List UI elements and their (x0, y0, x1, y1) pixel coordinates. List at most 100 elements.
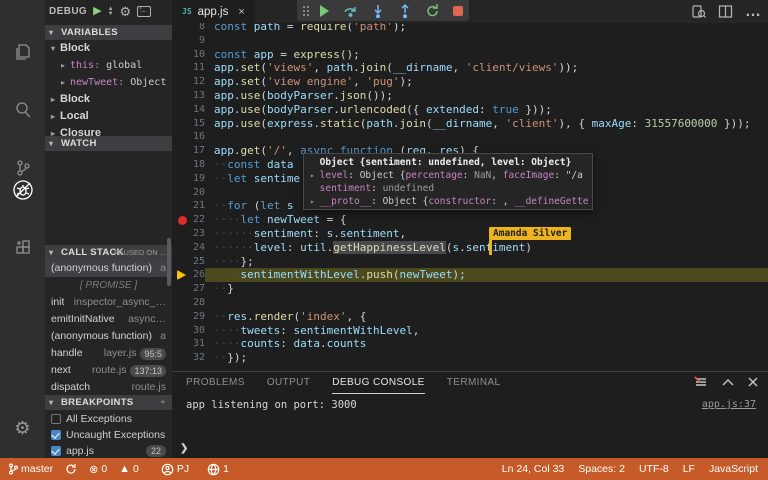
console-input-prompt[interactable]: ❯ (180, 443, 188, 454)
code-line-12[interactable]: 12 app.set('view engine', 'pug'); (172, 75, 768, 89)
breakpoints-section-header[interactable]: BREAKPOINTS + (45, 395, 172, 410)
breakpoint-checkbox[interactable] (51, 414, 61, 424)
git-branch-indicator[interactable]: master (8, 463, 53, 475)
code-line-27[interactable]: 27 ··} (172, 282, 768, 296)
add-breakpoint-button[interactable]: + (160, 395, 166, 410)
line-number[interactable]: 24 (172, 241, 205, 255)
close-panel-icon[interactable] (748, 377, 758, 387)
line-number[interactable]: 21 (172, 199, 205, 213)
scope-row[interactable]: ▾ Block (45, 40, 172, 57)
code-line-23[interactable]: 23 ······sentiment: s.sentiment, (172, 227, 768, 241)
tab-close-icon[interactable]: × (238, 6, 244, 18)
scope-row[interactable]: ▸ Local (45, 108, 172, 125)
encoding-indicator[interactable]: UTF-8 (639, 463, 669, 475)
explorer-icon[interactable] (0, 32, 45, 72)
code-line-25[interactable]: 25 ····}; (172, 255, 768, 269)
panel-tab-terminal[interactable]: TERMINAL (447, 373, 501, 393)
breakpoint-checkbox[interactable] (51, 430, 61, 440)
line-number[interactable]: 13 (172, 89, 205, 103)
variable-row[interactable]: ▸newTweet: Object {sent_ (45, 74, 172, 91)
breakpoint-row[interactable]: Uncaught Exceptions (45, 427, 172, 443)
panel-tab-debug-console[interactable]: DEBUG CONSOLE (332, 373, 425, 394)
continue-icon[interactable] (320, 3, 330, 19)
panel-tab-output[interactable]: OUTPUT (267, 373, 311, 393)
more-actions-icon[interactable]: … (745, 3, 762, 21)
call-stack-frame[interactable]: dispatch route.js (45, 379, 172, 395)
step-out-icon[interactable] (398, 3, 412, 19)
stop-icon[interactable] (452, 3, 463, 19)
code-line-32[interactable]: 32 ··}); (172, 351, 768, 365)
line-number[interactable]: 10 (172, 48, 205, 62)
breakpoint-row[interactable]: app.js 22 (45, 443, 172, 458)
line-number[interactable]: 18 (172, 158, 205, 172)
line-number[interactable]: 20 (172, 186, 205, 200)
call-stack-frame[interactable]: next route.js 137:13 (45, 362, 172, 379)
cursor-position-indicator[interactable]: Ln 24, Col 33 (502, 463, 564, 475)
call-stack-frame[interactable]: (anonymous function) a (45, 260, 172, 277)
tooltip-property-row[interactable]: Object {sentiment: undefined, level: Obj… (310, 156, 586, 169)
code-line-8[interactable]: 8 const path = require('path'); (172, 23, 768, 34)
call-stack-section-header[interactable]: CALL STACK PAUSED ON ... (45, 245, 172, 260)
debug-icon[interactable] (0, 170, 45, 210)
debug-configure-gear-icon[interactable]: ⚙ (120, 4, 132, 20)
code-line-24[interactable]: 24 ······level: util.getHappinessLevel(s.… (172, 240, 768, 255)
tab-app-js[interactable]: JS app.js × (172, 0, 255, 23)
line-number[interactable]: 11 (172, 61, 205, 75)
line-number[interactable]: 15 (172, 117, 205, 131)
language-mode-indicator[interactable]: JavaScript (709, 463, 758, 475)
console-source-link[interactable]: app.js:37 (702, 399, 756, 410)
live-share-participants[interactable]: 1 (207, 463, 229, 476)
maximize-panel-icon[interactable] (722, 378, 734, 386)
step-into-icon[interactable] (371, 3, 385, 19)
code-line-11[interactable]: 11 app.set('views', path.join(__dirname, … (172, 61, 768, 75)
call-stack-frame[interactable]: emitInitNative async… (45, 311, 172, 328)
step-over-icon[interactable] (343, 3, 358, 19)
code-line-28[interactable]: 28 (172, 296, 768, 310)
line-number[interactable]: 17 (172, 144, 205, 158)
line-number[interactable]: 32 (172, 351, 205, 365)
line-number[interactable]: 28 (172, 296, 205, 310)
errors-indicator[interactable]: ⊗ 0 (89, 463, 107, 476)
line-number[interactable]: 19 (172, 172, 205, 186)
open-preview-icon[interactable] (691, 4, 706, 19)
watch-section-header[interactable]: WATCH (45, 136, 172, 151)
code-line-9[interactable]: 9 (172, 34, 768, 48)
code-line-22[interactable]: 22 ····let newTweet = { (172, 213, 768, 227)
variable-row[interactable]: ▸ this: global (45, 57, 172, 74)
call-stack-frame[interactable]: handle layer.js 95:5 (45, 345, 172, 362)
scope-row[interactable]: ▸ Closure (45, 125, 172, 136)
restart-icon[interactable] (425, 3, 440, 19)
line-number[interactable]: 16 (172, 130, 205, 144)
sync-indicator[interactable] (65, 463, 77, 475)
sidebar-scrollbar[interactable] (167, 238, 171, 286)
warnings-indicator[interactable]: ▲ 0 (119, 463, 139, 475)
panel-tab-problems[interactable]: PROBLEMS (186, 373, 245, 393)
call-stack-frame[interactable]: [ PROMISE ] (45, 277, 172, 294)
start-debug-button[interactable]: ▶ (93, 6, 101, 17)
debug-config-dropdown[interactable]: ▲ ▼ (108, 6, 114, 17)
split-editor-icon[interactable] (718, 4, 733, 19)
code-line-14[interactable]: 14 app.use(bodyParser.urlencoded({ extend… (172, 103, 768, 117)
line-number[interactable]: 12 (172, 75, 205, 89)
scope-row[interactable]: ▸ Block (45, 91, 172, 108)
tooltip-property-row[interactable]: ▸ level: Object {percentage: NaN, faceIm… (310, 169, 586, 182)
tooltip-property-row[interactable]: ▸ __proto__: Object {constructor: , __de… (310, 195, 589, 208)
extensions-icon[interactable] (0, 228, 45, 268)
breakpoint-row[interactable]: All Exceptions (45, 411, 172, 427)
clear-console-icon[interactable] (694, 376, 708, 388)
call-stack-frame[interactable]: (anonymous function) a (45, 328, 172, 345)
indentation-indicator[interactable]: Spaces: 2 (578, 463, 625, 475)
line-number[interactable]: 22 (172, 213, 205, 227)
line-number[interactable]: 30 (172, 324, 205, 338)
breakpoint-checkbox[interactable] (51, 446, 61, 456)
code-line-16[interactable]: 16 (172, 130, 768, 144)
debug-toolbar-drag-handle[interactable] (303, 5, 307, 17)
line-number[interactable]: 25 (172, 255, 205, 269)
code-line-30[interactable]: 30 ····tweets: sentimentWithLevel, (172, 324, 768, 338)
line-number[interactable]: 8 (172, 23, 205, 34)
search-icon[interactable] (0, 90, 45, 130)
code-line-10[interactable]: 10 const app = express(); (172, 48, 768, 62)
breakpoint-dot[interactable] (178, 215, 187, 225)
eol-indicator[interactable]: LF (683, 463, 695, 475)
call-stack-frame[interactable]: init inspector_async_… (45, 294, 172, 311)
